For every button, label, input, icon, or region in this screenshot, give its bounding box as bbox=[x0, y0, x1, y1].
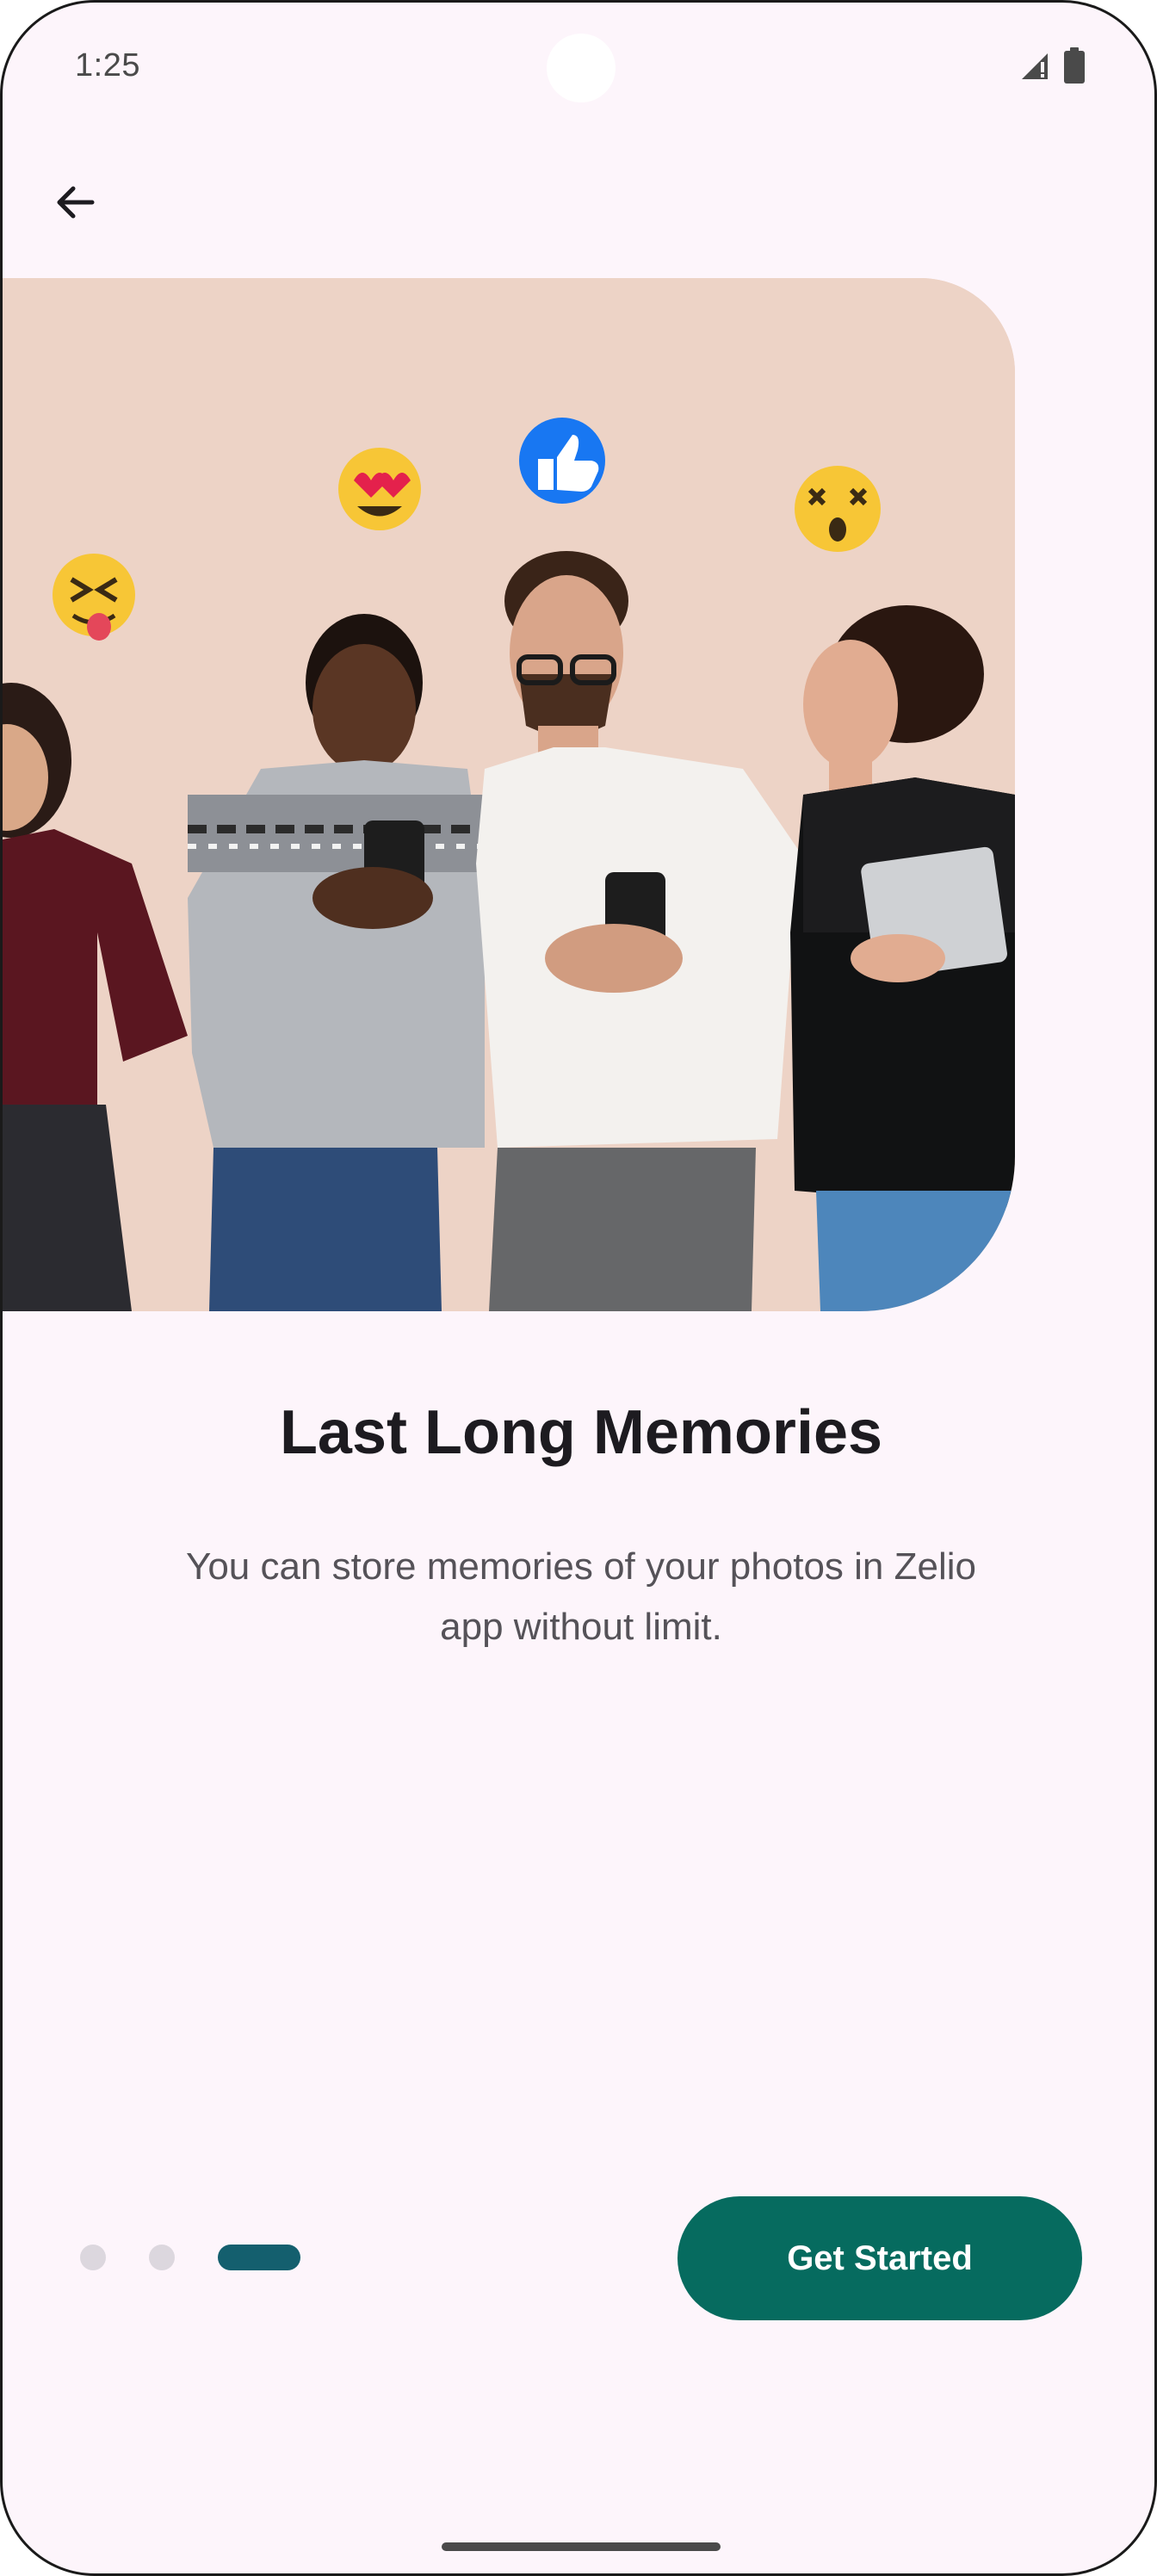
battery-icon bbox=[1063, 47, 1086, 84]
arrow-left-icon bbox=[51, 178, 99, 231]
heart-eyes-emoji bbox=[338, 448, 421, 530]
signal-icon bbox=[1018, 48, 1053, 83]
get-started-button[interactable]: Get Started bbox=[677, 2196, 1082, 2320]
onboarding-title: Last Long Memories bbox=[279, 1398, 883, 1467]
front-camera bbox=[547, 34, 616, 102]
status-time: 1:25 bbox=[75, 47, 140, 84]
back-button[interactable] bbox=[40, 170, 109, 238]
thumbs-up-emoji bbox=[519, 418, 605, 504]
phone-screen: 1:25 Last Long Memories You can store me… bbox=[0, 0, 1157, 2576]
onboarding-description: You can store memories of your photos in… bbox=[186, 1545, 976, 1648]
home-indicator[interactable] bbox=[442, 2542, 721, 2551]
page-dot-3-active[interactable] bbox=[218, 2245, 300, 2270]
page-dot-2[interactable] bbox=[149, 2245, 175, 2270]
hero-illustration bbox=[3, 278, 1015, 1311]
page-indicator bbox=[80, 2245, 300, 2270]
status-icons bbox=[1018, 47, 1086, 84]
astonished-emoji bbox=[795, 466, 881, 552]
page-dot-1[interactable] bbox=[80, 2245, 106, 2270]
